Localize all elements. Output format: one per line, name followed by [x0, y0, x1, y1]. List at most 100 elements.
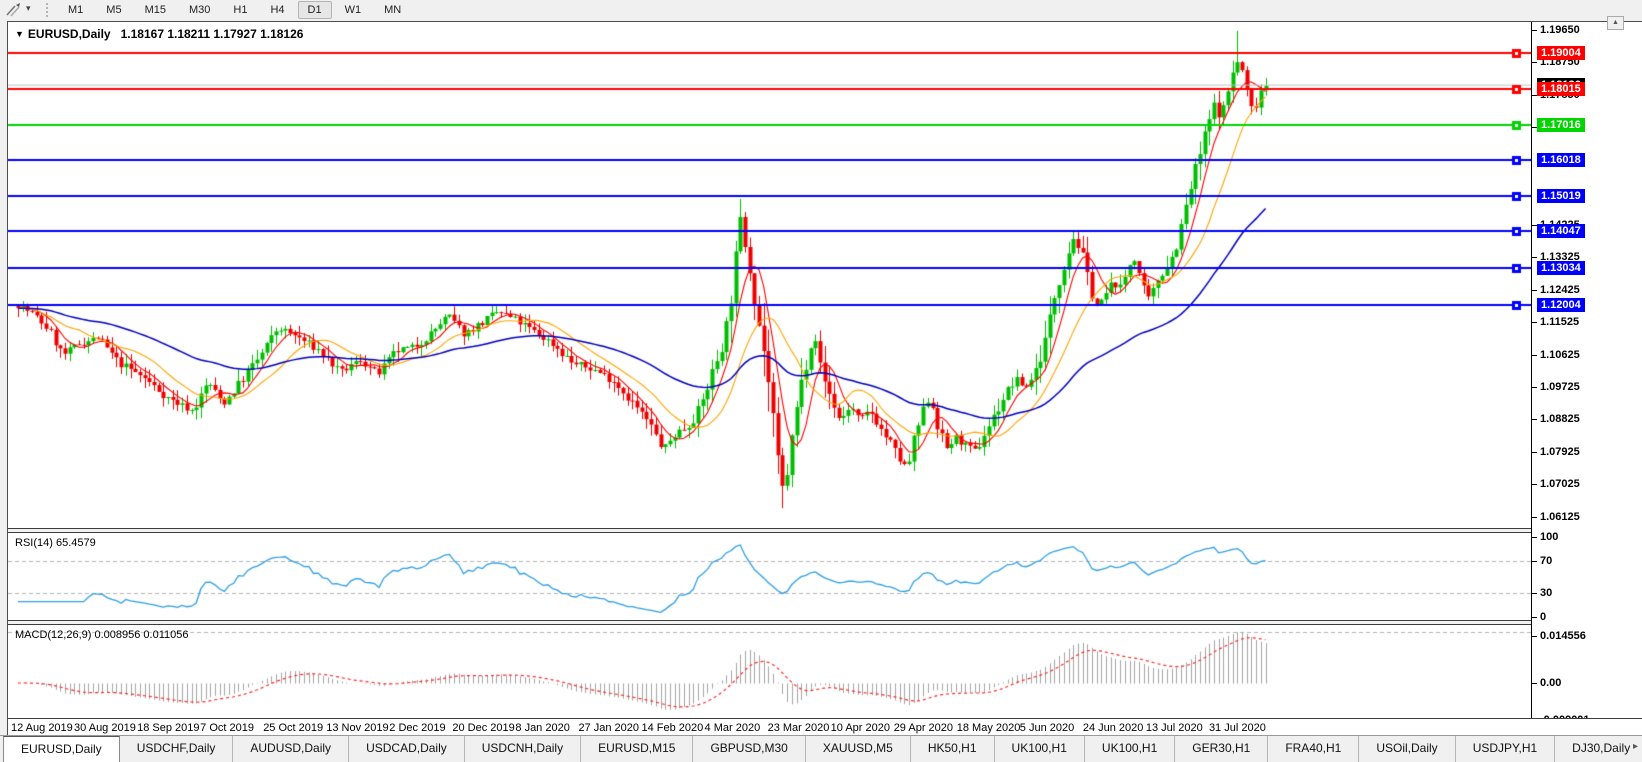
tab-hk50-h1[interactable]: HK50,H1 — [911, 736, 995, 762]
macd-tick: 0.00 — [1532, 676, 1561, 690]
tab-uk100-h1[interactable]: UK100,H1 — [1085, 736, 1176, 762]
tick-mark — [1532, 322, 1537, 324]
tick-mark — [1532, 29, 1537, 31]
tick-text: 0 — [1540, 611, 1547, 623]
tab-fra40-h1[interactable]: FRA40,H1 — [1268, 736, 1360, 762]
tab-eurusd-m15[interactable]: EURUSD,M15 — [581, 736, 694, 762]
price-tick: 1.06125 — [1532, 510, 1580, 524]
scroll-up-button[interactable]: ▲ — [1607, 16, 1624, 30]
price-tick: 1.07925 — [1532, 445, 1580, 459]
rsi-tick: 70 — [1532, 554, 1552, 568]
date-label: 10 Apr 2020 — [830, 722, 890, 734]
toolbar: ▾ M1 M5 M15 M30 H1 H4 D1 W1 MN — [0, 0, 1642, 21]
tab-ger30-h1[interactable]: GER30,H1 — [1175, 736, 1269, 762]
tick-mark — [1532, 683, 1537, 684]
main-price-chart[interactable] — [8, 22, 1531, 528]
tick-mark — [1532, 419, 1537, 421]
tab-eurusd-daily[interactable]: EURUSD,Daily — [3, 736, 120, 762]
tick-text: 1.08825 — [1540, 413, 1580, 426]
drawing-tool-icon[interactable] — [4, 2, 24, 18]
timeframe-button-m15[interactable]: M15 — [135, 1, 176, 19]
tick-text: 1.09725 — [1540, 381, 1580, 394]
timeframe-button-d1[interactable]: D1 — [297, 1, 332, 19]
tick-text: 1.11525 — [1540, 316, 1580, 329]
tick-mark — [1532, 593, 1537, 594]
level-price-label: 1.18015 — [1537, 81, 1585, 96]
timeframe-button-m1[interactable]: M1 — [58, 1, 93, 19]
price-tick: 1.09725 — [1532, 380, 1580, 394]
date-label: 13 Nov 2019 — [326, 722, 389, 734]
tick-mark — [1532, 617, 1537, 618]
date-label: 5 Jun 2020 — [1019, 722, 1075, 734]
date-label: 2 Dec 2019 — [389, 722, 446, 734]
level-price-label: 1.13034 — [1537, 260, 1585, 275]
tick-text: 1.19650 — [1540, 23, 1580, 36]
date-label: 24 Jun 2020 — [1082, 722, 1144, 734]
tick-mark — [1532, 561, 1537, 562]
tick-mark — [1532, 635, 1537, 637]
tab-gbpusd-m30[interactable]: GBPUSD,M30 — [693, 736, 806, 762]
toolbar-drag-handle[interactable] — [46, 3, 51, 17]
rsi-indicator-panel[interactable] — [8, 533, 1531, 620]
tick-text: 30 — [1540, 587, 1553, 599]
tab-usdjpy-h1[interactable]: USDJPY,H1 — [1456, 736, 1556, 762]
tick-text: 0.00 — [1540, 677, 1562, 689]
date-label: 31 Jul 2020 — [1208, 722, 1266, 734]
macd-label: MACD(12,26,9) 0.008956 0.011056 — [15, 629, 189, 641]
tab-usdcnh-daily[interactable]: USDCNH,Daily — [465, 736, 582, 762]
macd-indicator-panel[interactable] — [8, 625, 1531, 718]
tick-mark — [1532, 62, 1537, 64]
date-label: 12 Aug 2019 — [11, 722, 73, 734]
chart-title-caret-icon[interactable]: ▼ — [15, 29, 24, 39]
price-tick: 1.12425 — [1532, 283, 1580, 297]
symbol-tab-bar: EURUSD,Daily USDCHF,Daily AUDUSD,Daily USDC… — [0, 735, 1642, 762]
chart-symbol-period: EURUSD,Daily — [27, 27, 111, 41]
date-label: 20 Dec 2019 — [452, 722, 515, 734]
tab-scroll-right-icon[interactable]: ▸ — [1633, 741, 1638, 752]
level-price-label: 1.19004 — [1537, 46, 1585, 60]
tab-usdcad-daily[interactable]: USDCAD,Daily — [349, 736, 465, 762]
rsi-tick: 0 — [1532, 610, 1546, 624]
tool-dropdown-caret[interactable]: ▾ — [26, 3, 31, 14]
price-tick: 1.11525 — [1532, 315, 1579, 329]
tick-mark — [1532, 354, 1537, 356]
tab-usoil-daily[interactable]: USOil,Daily — [1359, 736, 1456, 762]
level-price-label: 1.16018 — [1537, 153, 1585, 168]
level-price-label: 1.17016 — [1537, 117, 1585, 132]
tab-uk100-h1[interactable]: UK100,H1 — [995, 736, 1085, 762]
rsi-tick: 30 — [1532, 586, 1552, 600]
timeframe-button-mn[interactable]: MN — [374, 1, 411, 19]
chart-title: ▼ EURUSD,Daily 1.18167 1.18211 1.17927 1.1… — [15, 27, 303, 41]
tab-audusd-daily[interactable]: AUDUSD,Daily — [233, 736, 350, 762]
price-tick: 1.08825 — [1532, 412, 1580, 426]
timeframe-button-h1[interactable]: H1 — [223, 1, 257, 19]
rsi-label: RSI(14) 65.4579 — [15, 537, 96, 549]
tick-mark — [1532, 289, 1537, 291]
tab-xauusd-m5[interactable]: XAUUSD,M5 — [806, 736, 911, 762]
price-axis[interactable]: 1.196501.187501.178501.169501.142251.133… — [1531, 22, 1642, 726]
chart-window: ▼ EURUSD,Daily 1.18167 1.18211 1.17927 1.1… — [7, 21, 1642, 737]
tick-mark — [1532, 537, 1537, 538]
macd-tick: 0.014556 — [1532, 629, 1586, 643]
price-tick: 1.19650 — [1532, 23, 1580, 37]
tick-mark — [1532, 451, 1537, 453]
timeframe-button-w1[interactable]: W1 — [335, 1, 372, 19]
timeframe-button-m5[interactable]: M5 — [96, 1, 131, 19]
tab-usdchf-daily[interactable]: USDCHF,Daily — [120, 736, 234, 762]
timeframe-button-m30[interactable]: M30 — [179, 1, 220, 19]
tick-mark — [1532, 516, 1537, 518]
date-label: 27 Jan 2020 — [578, 722, 639, 734]
timeframe-button-h4[interactable]: H4 — [260, 1, 294, 19]
level-price-label: 1.14047 — [1537, 224, 1585, 239]
tab-dj30-daily[interactable]: DJ30,Daily — [1555, 736, 1642, 762]
level-price-label: 1.15019 — [1537, 189, 1585, 204]
date-label: 30 Aug 2019 — [74, 722, 136, 734]
tick-text: 70 — [1540, 555, 1553, 567]
ohlc-values: 1.18167 1.18211 1.17927 1.18126 — [120, 27, 304, 41]
tick-text: 1.12425 — [1540, 283, 1580, 296]
tick-text: 1.07025 — [1540, 478, 1580, 491]
date-label: 23 Mar 2020 — [767, 722, 830, 734]
date-label: 29 Apr 2020 — [893, 722, 954, 734]
price-tick: 1.10625 — [1532, 348, 1580, 362]
tick-text: 0.014556 — [1540, 629, 1586, 642]
